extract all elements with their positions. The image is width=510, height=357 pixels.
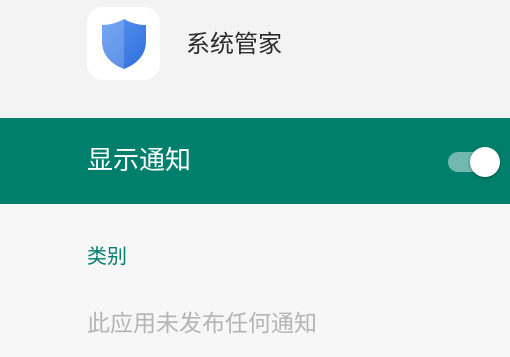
toggle-thumb[interactable] bbox=[470, 147, 500, 177]
app-header: 系统管家 bbox=[0, 0, 510, 118]
show-notifications-row[interactable]: 显示通知 bbox=[0, 118, 510, 204]
app-icon bbox=[87, 7, 160, 80]
shield-icon bbox=[101, 18, 146, 69]
no-notifications-message: 此应用未发布任何通知 bbox=[87, 311, 317, 337]
categories-heading: 类别 bbox=[87, 244, 127, 268]
show-notifications-toggle[interactable] bbox=[448, 147, 500, 177]
app-name: 系统管家 bbox=[186, 30, 282, 58]
show-notifications-label: 显示通知 bbox=[87, 146, 192, 176]
categories-section: 类别 此应用未发布任何通知 bbox=[0, 204, 510, 357]
